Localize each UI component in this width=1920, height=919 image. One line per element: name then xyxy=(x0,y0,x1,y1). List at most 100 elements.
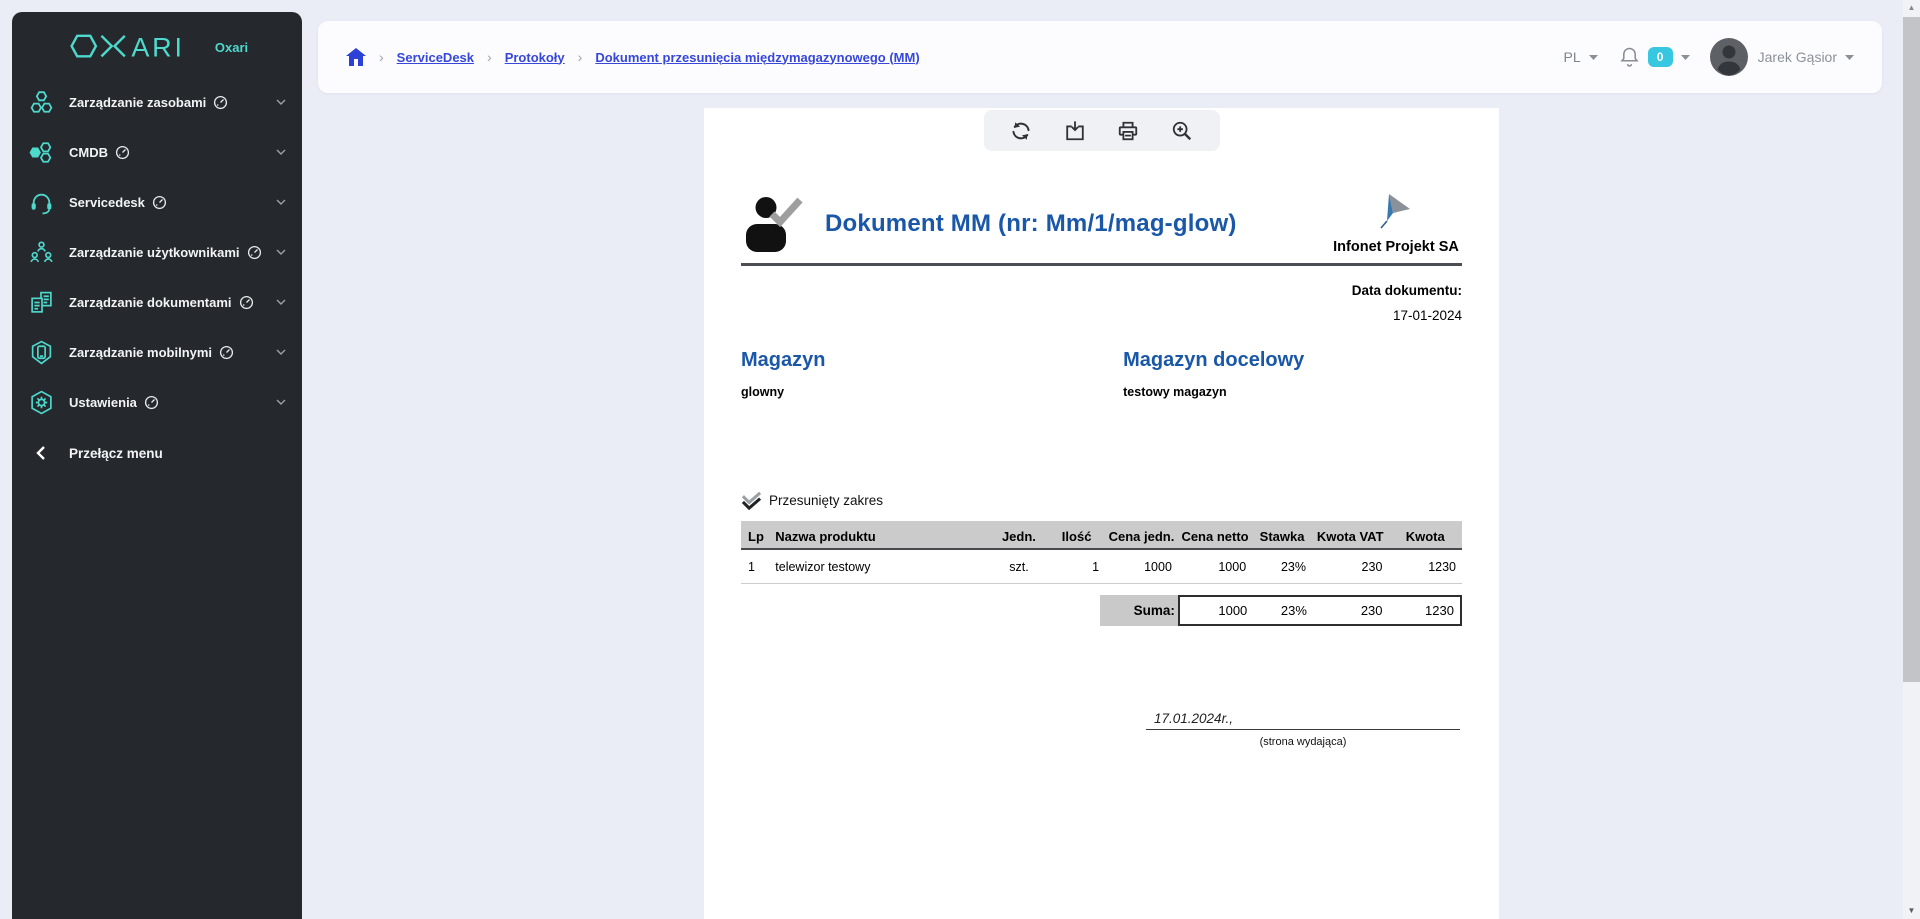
document-page: Dokument MM (nr: Mm/1/mag-glow) Infonet … xyxy=(704,108,1499,919)
column-header-cena-netto: Cena netto xyxy=(1178,521,1252,549)
language-selector[interactable]: PL xyxy=(1564,49,1581,65)
sidebar-item-ustawienia[interactable]: Ustawienia xyxy=(12,377,302,427)
column-header-stawka-vat: Stawka VAT xyxy=(1252,521,1312,549)
moved-range-section: Przesunięty zakres xyxy=(741,491,1462,510)
gauge-icon xyxy=(144,395,159,410)
date-value: 17-01-2024 xyxy=(741,308,1462,323)
person-check-icon xyxy=(741,194,807,254)
sidebar-item-cmdb[interactable]: CMDB xyxy=(12,127,302,177)
scrollbar-up-arrow[interactable]: ▲ xyxy=(1903,3,1920,12)
cell-kwota-brutto: 1230 xyxy=(1388,549,1462,584)
column-header-ilosc: Ilość xyxy=(1048,521,1105,549)
chevron-down-icon[interactable] xyxy=(276,99,286,105)
breadcrumb-link-servicedesk[interactable]: ServiceDesk xyxy=(397,50,474,65)
notifications-button[interactable]: 0 xyxy=(1620,46,1673,68)
caret-down-icon[interactable] xyxy=(1845,55,1854,60)
home-icon[interactable] xyxy=(346,48,366,66)
cell-nazwa-produktu: telewizor testowy xyxy=(771,549,989,584)
source-warehouse-label: Magazyn xyxy=(741,349,1123,372)
signature-block: 17.01.2024r., (strona wydająca) xyxy=(1146,711,1460,748)
collapse-menu-button[interactable]: Przełącz menu xyxy=(12,428,302,478)
mobile-icon xyxy=(28,339,54,365)
bell-icon xyxy=(1620,46,1639,68)
infonet-logo-icon xyxy=(1374,193,1418,233)
user-avatar[interactable] xyxy=(1710,38,1748,76)
breadcrumb-separator: › xyxy=(487,49,492,65)
cell-stawka-vat: 23% xyxy=(1252,549,1312,584)
sidebar: ARI Oxari Zarządzanie zasobami xyxy=(12,12,302,919)
sidebar-item-label: Zarządzanie dokumentami xyxy=(69,295,232,310)
sidebar-item-zarzadzanie-dokumentami[interactable]: Zarządzanie dokumentami xyxy=(12,277,302,327)
collapse-menu-label: Przełącz menu xyxy=(69,446,163,461)
chevron-down-icon[interactable] xyxy=(276,249,286,255)
document-toolbar xyxy=(984,110,1220,151)
sidebar-item-zarzadzanie-uzytkownikami[interactable]: Zarządzanie użytkownikami xyxy=(12,227,302,277)
chevron-left-icon xyxy=(28,440,54,466)
summary-cena-netto: 1000 xyxy=(1180,597,1253,624)
users-icon xyxy=(28,239,54,265)
date-label: Data dokumentu: xyxy=(741,283,1462,298)
warehouses: Magazyn glowny Magazyn docelowy testowy … xyxy=(741,349,1462,399)
breadcrumb-separator: › xyxy=(578,49,583,65)
assets-icon xyxy=(28,89,54,115)
servicedesk-icon xyxy=(28,189,54,215)
gauge-icon xyxy=(213,95,228,110)
sidebar-item-label: Zarządzanie użytkownikami xyxy=(69,245,240,260)
column-header-nazwa-produktu: Nazwa produktu xyxy=(771,521,989,549)
gauge-icon xyxy=(247,245,262,260)
target-warehouse-value: testowy magazyn xyxy=(1123,385,1462,399)
sidebar-item-label: Servicedesk xyxy=(69,195,145,210)
sidebar-item-label: Zarządzanie zasobami xyxy=(69,95,206,110)
column-header-kwota-vat: Kwota VAT xyxy=(1312,521,1388,549)
topbar-right: PL 0 xyxy=(1564,38,1854,76)
chevron-down-icon[interactable] xyxy=(276,149,286,155)
chevron-down-icon[interactable] xyxy=(276,399,286,405)
topbar: › ServiceDesk › Protokoły › Dokument prz… xyxy=(318,21,1882,93)
scrollbar-down-arrow[interactable]: ▼ xyxy=(1903,906,1920,915)
cell-cena-netto: 1000 xyxy=(1178,549,1252,584)
column-header-cena-jedn-netto: Cena jedn. netto xyxy=(1105,521,1178,549)
oxari-logo-icon: ARI xyxy=(66,31,206,63)
header-divider xyxy=(741,263,1462,266)
print-button[interactable] xyxy=(1112,115,1144,147)
signature-date: 17.01.2024r., xyxy=(1146,711,1460,730)
chevron-down-icon[interactable] xyxy=(276,199,286,205)
document-title: Dokument MM (nr: Mm/1/mag-glow) xyxy=(825,210,1237,238)
download-button[interactable] xyxy=(1059,115,1091,147)
summary-kwota-vat: 230 xyxy=(1313,597,1389,624)
refresh-button[interactable] xyxy=(1005,115,1037,147)
summary-row: Suma: 1000 23% 230 1230 xyxy=(741,595,1462,626)
notification-count-badge: 0 xyxy=(1648,47,1673,67)
source-warehouse: Magazyn glowny xyxy=(741,349,1123,399)
gauge-icon xyxy=(152,195,167,210)
caret-down-icon[interactable] xyxy=(1589,55,1598,60)
breadcrumb-separator: › xyxy=(379,49,384,65)
summary-values: 1000 23% 230 1230 xyxy=(1178,595,1462,626)
sidebar-item-zarzadzanie-zasobami[interactable]: Zarządzanie zasobami xyxy=(12,77,302,127)
column-header-lp: Lp xyxy=(741,521,771,549)
cell-kwota-vat: 230 xyxy=(1312,549,1388,584)
zoom-in-button[interactable] xyxy=(1166,115,1198,147)
caret-down-icon[interactable] xyxy=(1681,55,1690,60)
sidebar-item-label: Ustawienia xyxy=(69,395,137,410)
source-warehouse-value: glowny xyxy=(741,385,1123,399)
sidebar-item-zarzadzanie-mobilnymi[interactable]: Zarządzanie mobilnymi xyxy=(12,327,302,377)
breadcrumb-link-protokoly[interactable]: Protokoły xyxy=(505,50,565,65)
cell-ilosc: 1 xyxy=(1048,549,1105,584)
column-header-jedn: Jedn. xyxy=(990,521,1048,549)
scrollbar-thumb[interactable] xyxy=(1903,17,1920,682)
user-name[interactable]: Jarek Gąsior xyxy=(1758,49,1837,65)
chevron-down-icon[interactable] xyxy=(276,299,286,305)
vertical-scrollbar[interactable]: ▲ ▼ xyxy=(1903,0,1920,919)
sidebar-item-servicedesk[interactable]: Servicedesk xyxy=(12,177,302,227)
documents-icon xyxy=(28,289,54,315)
breadcrumb-link-dokument-mm[interactable]: Dokument przesunięcia międzymagazynowego… xyxy=(595,50,919,65)
gauge-icon xyxy=(239,295,254,310)
sidebar-item-label: Zarządzanie mobilnymi xyxy=(69,345,212,360)
target-warehouse-label: Magazyn docelowy xyxy=(1123,349,1462,372)
chevron-down-icon[interactable] xyxy=(276,349,286,355)
signature-caption: (strona wydająca) xyxy=(1146,736,1460,748)
summary-spacer xyxy=(741,595,1100,626)
section-title: Przesunięty zakres xyxy=(769,493,883,508)
oxari-logo[interactable]: ARI Oxari xyxy=(12,12,302,64)
